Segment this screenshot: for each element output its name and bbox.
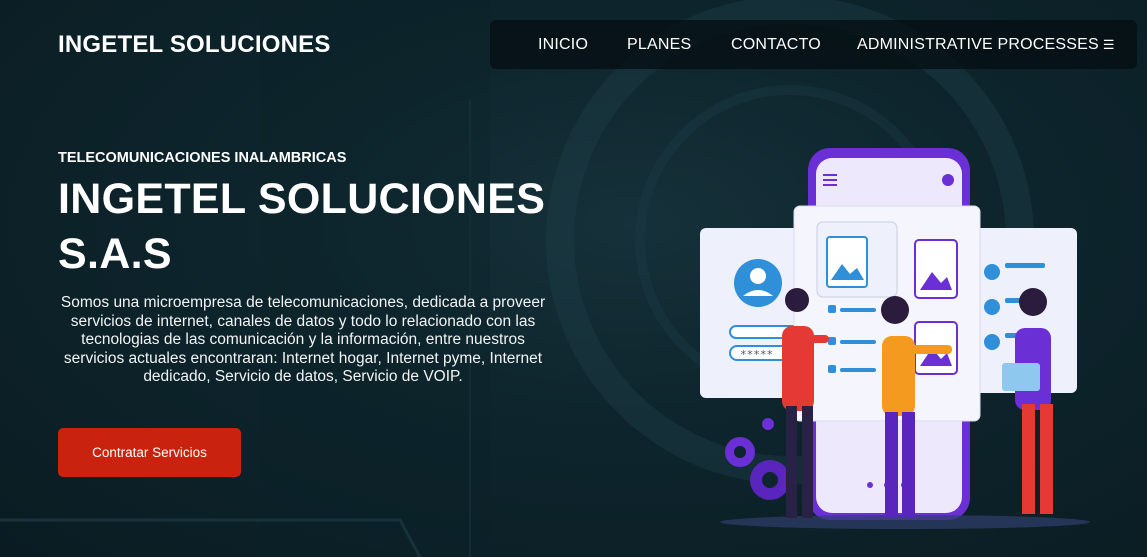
person-red-shirt <box>782 326 814 411</box>
password-mask: ***** <box>740 348 773 361</box>
nav-item-label: ADMINISTRATIVE PROCESSES <box>857 36 1099 53</box>
main-nav: INICIO PLANES CONTACTO ADMINISTRATIVE PR… <box>490 20 1137 69</box>
nav-item-contacto[interactable]: CONTACTO <box>731 36 821 54</box>
gear-icon <box>942 174 954 186</box>
hero-description: Somos una microempresa de telecomunicaci… <box>60 294 546 386</box>
nav-item-administrative-processes[interactable]: ADMINISTRATIVE PROCESSES ☰ <box>857 36 1115 54</box>
laptop-icon <box>1002 363 1040 391</box>
hero-illustration: ***** <box>700 148 1090 529</box>
nav-item-planes[interactable]: PLANES <box>627 36 691 54</box>
menu-icon: ☰ <box>1102 37 1115 52</box>
hero-eyebrow: TELECOMUNICACIONES INALAMBRICAS <box>58 150 347 166</box>
contratar-servicios-button[interactable]: Contratar Servicios <box>58 428 241 477</box>
person-orange-shirt <box>882 336 915 416</box>
nav-item-inicio[interactable]: INICIO <box>538 36 588 54</box>
site-logo[interactable]: INGETEL SOLUCIONES <box>58 31 331 59</box>
hero-title: INGETEL SOLUCIONES S.A.S <box>58 175 546 278</box>
